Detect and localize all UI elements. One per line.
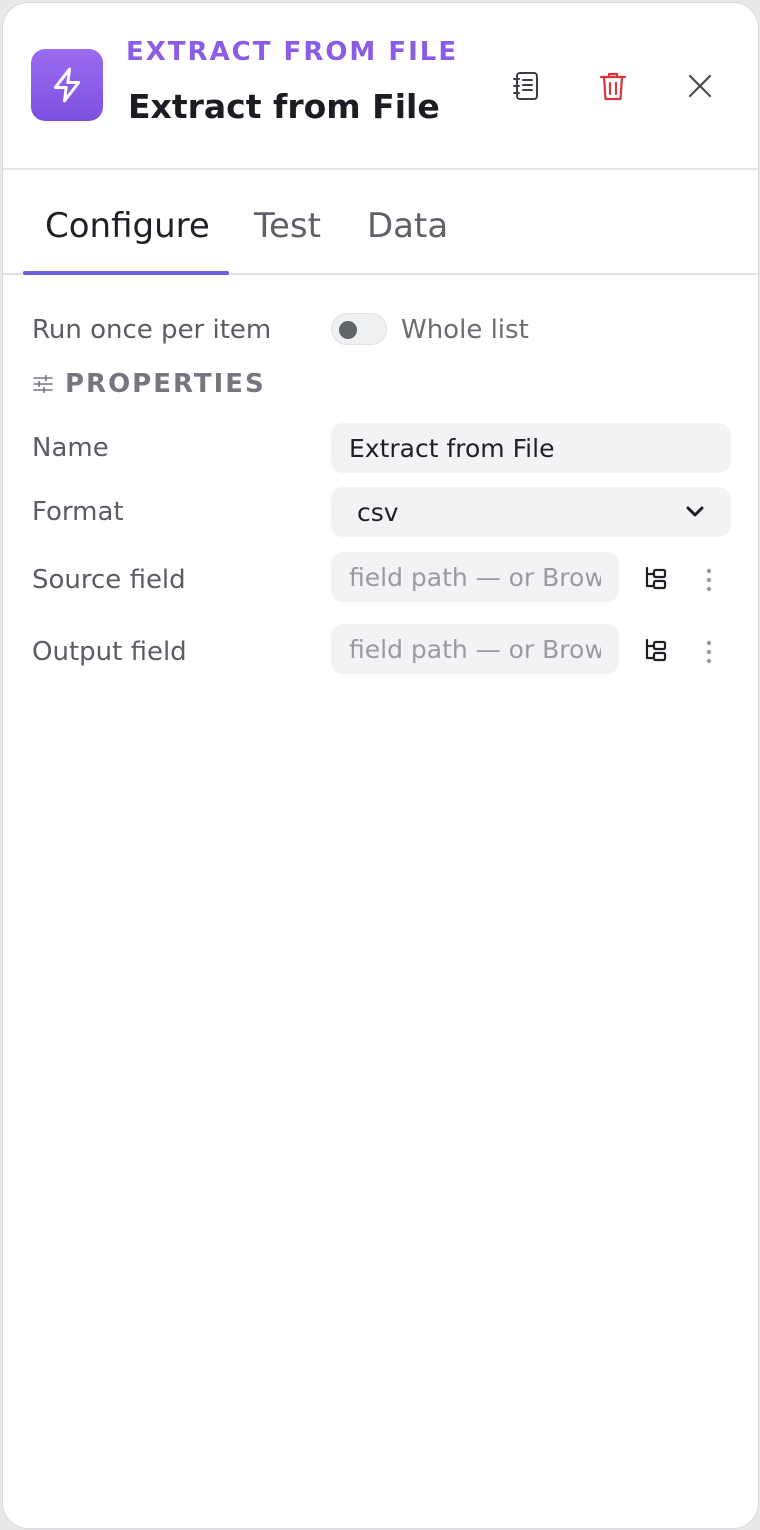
panel-header: EXTRACT FROM FILE Extract from File [3,3,758,170]
format-selected-value: csv [357,497,399,527]
toggle-knob [339,321,357,339]
field-tree-icon [645,566,667,590]
chevron-down-icon [686,506,704,517]
source-more-button[interactable] [691,562,727,598]
more-vertical-icon [706,640,712,664]
notebook-icon [513,72,538,100]
close-icon [688,74,712,98]
properties-title: PROPERTIES [65,369,266,399]
format-select[interactable]: csv [331,487,731,537]
run-mode-label: Run once per item [32,315,272,345]
whole-list-toggle[interactable] [331,313,387,345]
format-label: Format [32,497,124,527]
tab-configure[interactable]: Configure [45,206,210,246]
docs-button[interactable] [503,63,549,109]
active-tab-indicator [23,271,229,275]
close-button[interactable] [677,63,723,109]
properties-section-header: PROPERTIES [33,369,266,399]
tab-bar: Configure Test Data [3,170,758,275]
tab-data[interactable]: Data [367,206,448,246]
lightning-bolt-icon [31,49,103,121]
node-type-label: EXTRACT FROM FILE [126,37,459,67]
sliders-icon [33,375,53,393]
output-more-button[interactable] [691,634,727,670]
trash-icon [599,72,627,101]
more-vertical-icon [706,568,712,592]
delete-button[interactable] [590,63,636,109]
name-input[interactable] [331,423,731,473]
output-field-label: Output field [32,637,187,667]
node-title: Extract from File [128,87,440,126]
output-field-input[interactable] [331,624,619,674]
whole-list-label: Whole list [401,315,529,345]
source-field-label: Source field [32,565,186,595]
output-browse-button[interactable] [638,632,674,668]
field-tree-icon [645,638,667,662]
name-label: Name [32,433,109,463]
node-settings-panel: EXTRACT FROM FILE Extract from File Conf… [2,2,759,1529]
tab-test[interactable]: Test [254,206,321,246]
source-browse-button[interactable] [638,560,674,596]
source-field-input[interactable] [331,552,619,602]
